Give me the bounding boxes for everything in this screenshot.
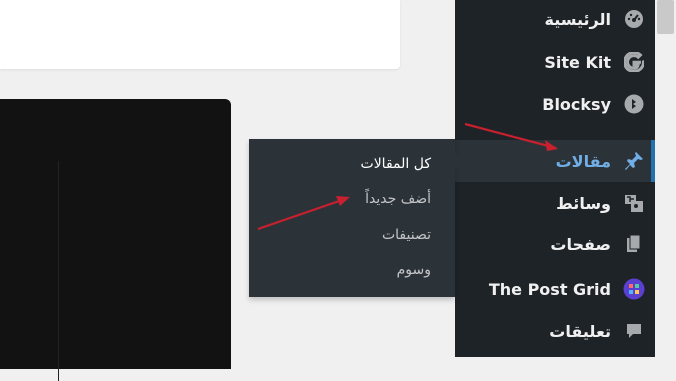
admin-sidebar: الرئيسية Site Kit Blocksy مقالات وسائط ص… [455,0,655,357]
posts-submenu-flyout: كل المقالات أضف جديداً تصنيفات وسوم [249,139,455,297]
sidebar-item-site-kit[interactable]: Site Kit [455,43,655,81]
sidebar-item-label: تعليقات [549,321,611,341]
pushpin-icon [623,150,645,172]
sidebar-item-blocksy[interactable]: Blocksy [455,85,655,123]
sidebar-item-the-post-grid[interactable]: The Post Grid [455,270,655,308]
panel-divider [58,161,59,381]
scrollbar-thumb[interactable] [657,0,674,34]
dashboard-gauge-icon [623,8,645,30]
sidebar-item-media[interactable]: وسائط [455,184,655,222]
sidebar-item-label: وسائط [556,193,611,213]
submenu-all-posts[interactable]: كل المقالات [361,149,431,179]
post-grid-logo-icon [623,278,645,300]
sidebar-item-pages[interactable]: صفحات [455,225,655,263]
scrollbar-track[interactable] [655,0,676,357]
sidebar-item-label: The Post Grid [488,279,611,299]
content-card [0,0,400,69]
dark-preview-panel [0,99,231,381]
sidebar-item-label: الرئيسية [544,9,612,29]
blocksy-logo-icon [623,93,645,115]
google-g-icon [623,51,645,73]
sidebar-item-label: صفحات [550,234,611,254]
sidebar-item-dashboard[interactable]: الرئيسية [455,0,655,38]
sidebar-item-label: Site Kit [544,52,611,72]
submenu-categories[interactable]: تصنيفات [382,220,431,250]
submenu-add-new[interactable]: أضف جديداً [365,184,431,214]
media-icon [623,192,645,214]
sidebar-item-posts[interactable]: مقالات [455,140,655,182]
sidebar-item-label: Blocksy [542,94,611,114]
sidebar-item-label: مقالات [555,151,611,171]
comment-bubble-icon [623,320,645,342]
active-indicator [651,140,655,182]
pages-icon [623,233,645,255]
sidebar-item-comments[interactable]: تعليقات [455,312,655,350]
flyout-pointer [455,153,463,169]
submenu-tags[interactable]: وسوم [397,255,431,285]
